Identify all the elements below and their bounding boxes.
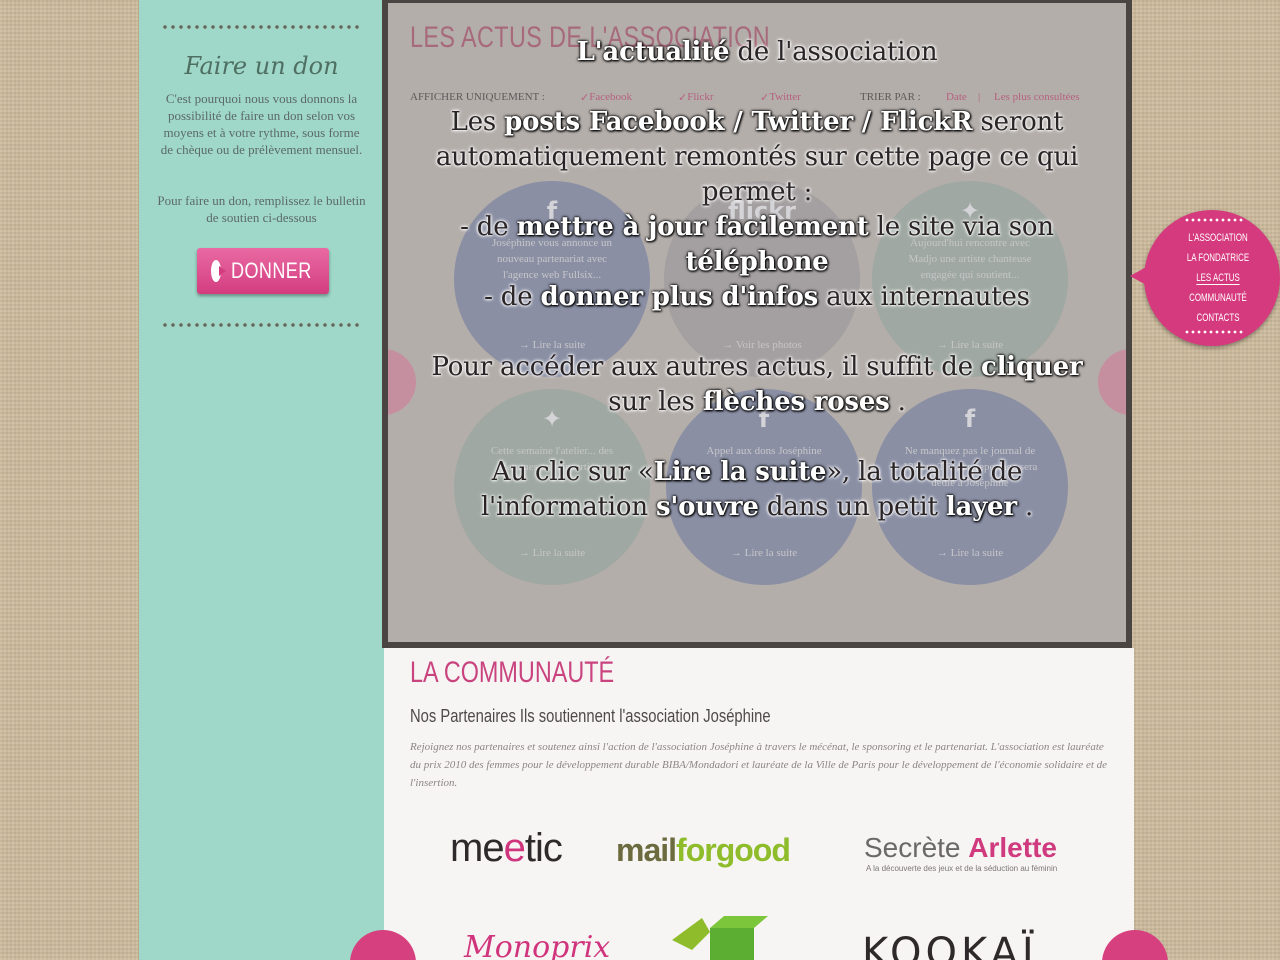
mailforgood-logo[interactable]: mailforgood: [616, 832, 791, 869]
logo-text: mail: [616, 832, 677, 868]
donation-sidebar: Faire un don C'est pourquoi nous vous do…: [138, 0, 384, 960]
annotation-text: Au clic sur «: [491, 457, 654, 487]
community-subtitle: Nos Partenaires Ils soutiennent l'associ…: [410, 706, 771, 726]
nav-item-contacts[interactable]: CONTACTS: [1179, 308, 1257, 328]
annotation-text: aux internautes: [826, 282, 1030, 312]
green-box-logo[interactable]: [662, 910, 782, 960]
donner-button-label: DONNER: [230, 258, 312, 283]
main-nav: L'ASSOCIATION LA FONDATRICE LES ACTUS CO…: [1164, 228, 1272, 328]
secrete-arlette-logo[interactable]: Secrète Arlette: [864, 832, 1057, 864]
annotation-text: cliquer: [980, 352, 1083, 382]
donner-button[interactable]: DONNER: [197, 248, 329, 294]
annotation-text: - de: [460, 212, 509, 242]
annotation-text: », la totalité de: [826, 457, 1023, 487]
read-more-link[interactable]: → Lire la suite: [454, 547, 650, 559]
annotation-text: l'information: [480, 492, 648, 522]
annotation-text: L'actualité: [576, 37, 730, 67]
donation-instructions: Pour faire un don, remplissez le bulleti…: [157, 193, 366, 225]
dotted-divider-top: [161, 24, 362, 30]
community-section: LA COMMUNAUTÉ Nos Partenaires Ils soutie…: [350, 648, 1168, 960]
annotation-text: donner plus d'infos: [540, 282, 819, 312]
nav-item-actus[interactable]: LES ACTUS: [1179, 268, 1257, 288]
annotation-text: permet :: [701, 177, 813, 207]
nav-dots-bottom: [1184, 330, 1244, 334]
annotation-text: automatiquement remontés sur cette page …: [435, 142, 1079, 172]
nav-item-label: COMMUNAUTÉ: [1189, 292, 1247, 304]
logo-text: tic: [524, 826, 563, 870]
annotation-text: - de: [484, 282, 533, 312]
annotation-overlay: L'actualité de l'association Les posts F…: [388, 35, 1126, 525]
nav-item-association[interactable]: L'ASSOCIATION: [1179, 228, 1257, 248]
donation-text: C'est pourquoi nous vous donnons la poss…: [160, 91, 363, 157]
annotation-text: Lire la suite: [653, 457, 827, 487]
donation-title: Faire un don: [184, 52, 339, 80]
annotation-text: seront: [980, 107, 1064, 137]
partner-logo[interactable]: Monoprix: [464, 930, 610, 960]
nav-item-fondatrice[interactable]: LA FONDATRICE: [1179, 248, 1257, 268]
annotation-text: posts Facebook / Twitter / FlickR: [504, 107, 973, 137]
actus-section: LES ACTUS DE L'ASSOCIATION AFFICHER UNIQ…: [382, 0, 1132, 648]
annotation-text: sur les: [608, 387, 695, 417]
main-nav-bubble: L'ASSOCIATION LA FONDATRICE LES ACTUS CO…: [1130, 210, 1280, 346]
read-more-link[interactable]: → Lire la suite: [666, 547, 862, 559]
annotation-text: .: [1024, 492, 1034, 522]
annotation-text: de l'association: [737, 37, 938, 67]
annotation-text: .: [897, 387, 906, 417]
logo-text: Arlette: [968, 832, 1057, 863]
secrete-arlette-tagline: A la découverte des jeux et de la séduct…: [866, 864, 1058, 873]
partners-next-arrow[interactable]: [1102, 930, 1168, 960]
logo-text: Secrète: [864, 832, 969, 863]
logo-text: forgood: [676, 832, 791, 868]
logo-text: e: [503, 826, 526, 870]
nav-item-label: LA FONDATRICE: [1186, 252, 1250, 264]
logo-text: me: [450, 826, 505, 870]
community-body: Rejoignez nos partenaires et soutenez ai…: [410, 741, 1108, 789]
community-title: LA COMMUNAUTÉ: [410, 656, 615, 689]
annotation-text: flèches roses: [702, 387, 890, 417]
nav-item-label: L'ASSOCIATION: [1188, 232, 1248, 244]
nav-item-label: CONTACTS: [1196, 312, 1240, 324]
annotation-text: le site via son: [876, 212, 1054, 242]
annotation-text: téléphone: [685, 247, 829, 277]
annotation-text: s'ouvre: [655, 492, 759, 522]
annotation-text: dans un petit: [766, 492, 938, 522]
read-more-link[interactable]: → Lire la suite: [872, 547, 1068, 559]
annotation-text: layer: [945, 492, 1017, 522]
meetic-logo[interactable]: meetic: [450, 826, 563, 871]
nav-item-label: LES ACTUS: [1196, 272, 1240, 285]
annotation-text: Pour accéder aux autres actus, il suffit…: [431, 352, 974, 382]
arrow-right-icon: [211, 260, 226, 282]
annotation-text: mettre à jour facilement: [516, 212, 869, 242]
nav-dots-top: [1184, 218, 1244, 222]
nav-item-communaute[interactable]: COMMUNAUTÉ: [1179, 288, 1257, 308]
kookai-logo[interactable]: KOOKAÏ: [862, 930, 1038, 960]
annotation-text: Les: [450, 107, 497, 137]
dotted-divider-bottom: [161, 322, 362, 328]
